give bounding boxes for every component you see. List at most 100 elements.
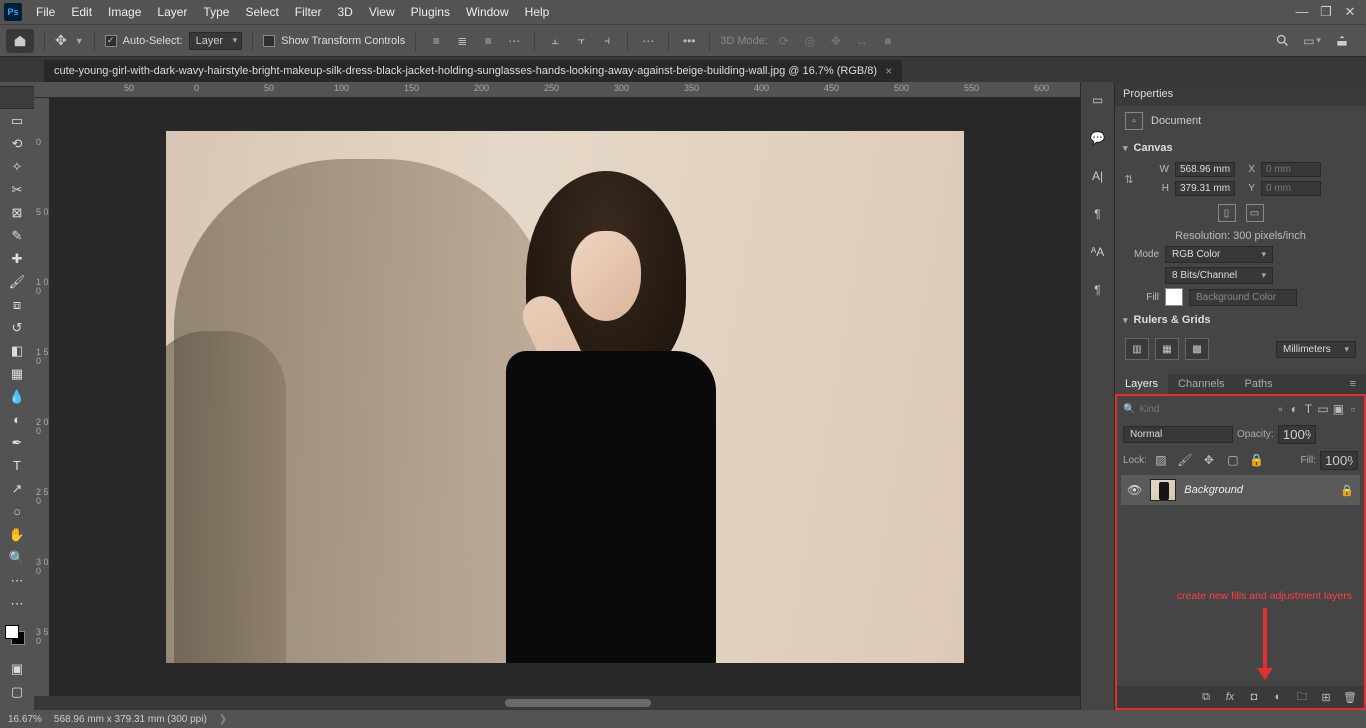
- lock-transparency-icon[interactable]: ▨: [1151, 450, 1171, 470]
- search-icon[interactable]: [1272, 31, 1292, 51]
- blur-tool[interactable]: 💧: [2, 385, 32, 408]
- restore-button[interactable]: ❐: [1314, 4, 1338, 20]
- menu-image[interactable]: Image: [100, 0, 149, 24]
- width-input[interactable]: [1175, 162, 1235, 177]
- link-dimensions-icon[interactable]: ⇅: [1124, 173, 1133, 186]
- grid-toggle-button[interactable]: ▦: [1155, 338, 1179, 360]
- gradient-tool[interactable]: ▦: [2, 362, 32, 385]
- x-input[interactable]: [1261, 162, 1321, 177]
- crop-tool[interactable]: ✂: [2, 178, 32, 201]
- filter-toggle-icon[interactable]: ○: [1348, 399, 1358, 419]
- adjustment-layer-icon[interactable]: ◐: [1270, 689, 1286, 705]
- status-caret-icon[interactable]: ❯: [219, 714, 227, 725]
- rulers-section[interactable]: ▾Rulers & Grids: [1115, 308, 1366, 332]
- menu-type[interactable]: Type: [195, 0, 237, 24]
- layer-mask-icon[interactable]: ◘: [1246, 689, 1262, 705]
- align-left-icon[interactable]: ≡: [426, 31, 446, 51]
- character-icon[interactable]: A|: [1088, 166, 1108, 186]
- align-center-icon[interactable]: ≣: [452, 31, 472, 51]
- paths-tab[interactable]: Paths: [1235, 374, 1283, 394]
- menu-file[interactable]: File: [28, 0, 63, 24]
- color-mode-select[interactable]: RGB Color▾: [1165, 246, 1273, 263]
- portrait-orientation-button[interactable]: ▯: [1218, 204, 1236, 222]
- close-tab-icon[interactable]: ×: [885, 64, 892, 78]
- menu-filter[interactable]: Filter: [287, 0, 330, 24]
- lock-all-icon[interactable]: 🔒: [1247, 450, 1267, 470]
- layers-tab[interactable]: Layers: [1115, 374, 1168, 394]
- paragraph-styles-icon[interactable]: ¶: [1088, 280, 1108, 300]
- wand-tool[interactable]: ✧: [2, 155, 32, 178]
- landscape-orientation-button[interactable]: ▭: [1246, 204, 1264, 222]
- workspace-icon[interactable]: ▭▾: [1302, 31, 1322, 51]
- share-icon[interactable]: [1332, 31, 1352, 51]
- menu-help[interactable]: Help: [517, 0, 558, 24]
- height-input[interactable]: [1175, 181, 1235, 196]
- quick-mask-button[interactable]: ▣: [2, 657, 32, 680]
- canvas-section[interactable]: ▾Canvas: [1115, 136, 1366, 160]
- shape-tool[interactable]: ○: [2, 500, 32, 523]
- layer-filter-input[interactable]: [1139, 404, 1271, 415]
- menu-edit[interactable]: Edit: [63, 0, 100, 24]
- overflow-icon[interactable]: •••: [679, 31, 699, 51]
- panel-menu-icon[interactable]: ≡: [1340, 374, 1366, 394]
- properties-tab[interactable]: Properties: [1115, 82, 1366, 106]
- lock-artboard-icon[interactable]: ▢: [1223, 450, 1243, 470]
- home-button[interactable]: [6, 29, 34, 53]
- visibility-toggle-icon[interactable]: 👁: [1127, 483, 1142, 497]
- more-tool[interactable]: ⋯: [2, 569, 32, 592]
- blend-mode-select[interactable]: Normal: [1123, 426, 1233, 443]
- layer-thumbnail[interactable]: [1150, 479, 1176, 501]
- delete-layer-icon[interactable]: 🗑: [1342, 689, 1358, 705]
- screen-mode-button[interactable]: ▢: [2, 680, 32, 703]
- document-tab[interactable]: cute-young-girl-with-dark-wavy-hairstyle…: [44, 60, 902, 82]
- eyedrop-tool[interactable]: ✎: [2, 224, 32, 247]
- type-tool[interactable]: T: [2, 454, 32, 477]
- filter-type-icon[interactable]: T: [1303, 399, 1313, 419]
- menu-window[interactable]: Window: [458, 0, 517, 24]
- marquee-tool[interactable]: ▭: [2, 109, 32, 132]
- edit-toolbar-button[interactable]: ⋯: [2, 592, 32, 615]
- fill-select[interactable]: Background Color: [1189, 289, 1297, 306]
- units-select[interactable]: Millimeters▾: [1276, 341, 1356, 358]
- frame-tool[interactable]: ⊠: [2, 201, 32, 224]
- layer-style-icon[interactable]: fx: [1222, 689, 1238, 705]
- comments-icon[interactable]: 💬: [1088, 128, 1108, 148]
- document-properties-button[interactable]: ▫ Document: [1115, 106, 1366, 136]
- menu-3d[interactable]: 3D: [329, 0, 360, 24]
- pen-tool[interactable]: ✒: [2, 431, 32, 454]
- foreground-color-swatch[interactable]: [5, 625, 19, 639]
- layer-row-background[interactable]: 👁 Background 🔒: [1121, 475, 1360, 505]
- show-transform-checkbox[interactable]: [263, 35, 275, 47]
- more-align-icon[interactable]: ⋯: [638, 31, 658, 51]
- glyphs-icon[interactable]: ᴬA: [1088, 242, 1108, 262]
- eraser-tool[interactable]: ◧: [2, 339, 32, 362]
- channels-tab[interactable]: Channels: [1168, 374, 1234, 394]
- minimize-button[interactable]: —: [1290, 4, 1314, 20]
- lasso-tool[interactable]: ⟲: [2, 132, 32, 155]
- menu-layer[interactable]: Layer: [149, 0, 195, 24]
- hand-tool[interactable]: ✋: [2, 523, 32, 546]
- ruler-toggle-button[interactable]: ▥: [1125, 338, 1149, 360]
- link-layers-icon[interactable]: ⧉: [1198, 689, 1214, 705]
- group-icon[interactable]: 🗀: [1294, 689, 1310, 705]
- color-swatches[interactable]: [5, 625, 29, 649]
- filter-adjust-icon[interactable]: ◐: [1289, 399, 1299, 419]
- filter-smart-icon[interactable]: ▣: [1333, 399, 1344, 419]
- paragraph-icon[interactable]: ¶: [1088, 204, 1108, 224]
- menu-plugins[interactable]: Plugins: [403, 0, 458, 24]
- close-button[interactable]: ✕: [1338, 4, 1362, 20]
- path-tool[interactable]: ↗: [2, 477, 32, 500]
- align-bottom-icon[interactable]: ⫞: [597, 31, 617, 51]
- stamp-tool[interactable]: ⧈: [2, 293, 32, 316]
- new-layer-icon[interactable]: ⊞: [1318, 689, 1334, 705]
- brush-tool[interactable]: 🖌: [2, 270, 32, 293]
- filter-shape-icon[interactable]: ▭: [1317, 399, 1328, 419]
- lock-pixels-icon[interactable]: 🖌: [1175, 450, 1195, 470]
- fill-input[interactable]: [1320, 451, 1358, 470]
- guides-toggle-button[interactable]: ▩: [1185, 338, 1209, 360]
- fill-color-swatch[interactable]: [1165, 288, 1183, 306]
- history-panel-icon[interactable]: ▭: [1088, 90, 1108, 110]
- horizontal-scrollbar[interactable]: [34, 696, 1080, 710]
- canvas-viewport[interactable]: [50, 98, 1080, 696]
- dodge-tool[interactable]: ◐: [2, 408, 32, 431]
